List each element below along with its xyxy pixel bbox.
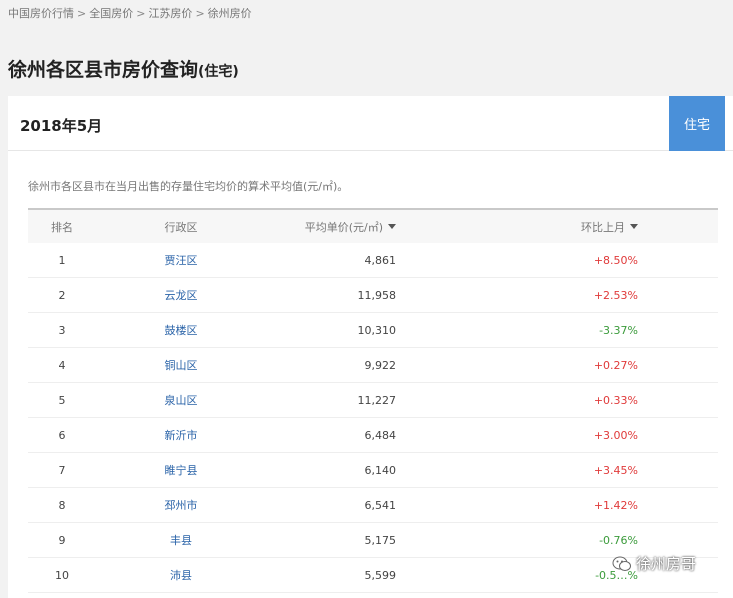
rank-cell: 5 <box>58 393 66 407</box>
page-title-main: 徐州各区县市房价查询 <box>8 59 199 81</box>
change-cell: +3.00% <box>593 428 638 442</box>
breadcrumb-separator: > <box>195 7 205 20</box>
price-cell: 9,922 <box>364 358 397 372</box>
wechat-icon <box>612 556 631 571</box>
table-header: 排名 行政区 平均单价(元/㎡) 环比上月 <box>28 210 718 243</box>
district-link[interactable]: 新沂市 <box>136 418 226 452</box>
price-cell: 6,484 <box>364 428 397 442</box>
change-cell: +3.45% <box>593 463 638 477</box>
rank-cell: 9 <box>58 533 66 547</box>
watermark-text: 徐州房哥 <box>636 555 697 573</box>
rank-cell: 4 <box>58 358 66 372</box>
district-link[interactable]: 铜山区 <box>136 348 226 382</box>
price-panel: 2018年5月 住宅 徐州市各区县市在当月出售的存量住宅均价的算术平均值(元/㎡… <box>8 96 733 598</box>
caret-down-icon <box>630 224 638 229</box>
breadcrumb: 中国房价行情 > 全国房价 > 江苏房价 > 徐州房价 <box>8 5 252 21</box>
price-cell: 5,175 <box>364 533 397 547</box>
price-cell: 6,541 <box>364 498 397 512</box>
table-row: 6 新沂市 6,484 +3.00% <box>28 418 718 453</box>
table-row: 4 铜山区 9,922 +0.27% <box>28 348 718 383</box>
rank-cell: 7 <box>58 463 66 477</box>
district-link[interactable]: 鼓楼区 <box>136 313 226 347</box>
breadcrumb-separator: > <box>77 7 87 20</box>
breadcrumb-link-jiangsu[interactable]: 江苏房价 <box>148 7 192 20</box>
change-cell: +8.50% <box>593 253 638 267</box>
table-row: 5 泉山区 11,227 +0.33% <box>28 383 718 418</box>
table-note: 徐州市各区县市在当月出售的存量住宅均价的算术平均值(元/㎡)。 <box>28 180 349 193</box>
change-cell: -0.76% <box>599 533 638 547</box>
price-cell: 11,958 <box>357 288 397 302</box>
price-cell: 4,861 <box>364 253 397 267</box>
tab-residential[interactable]: 住宅 <box>669 96 725 151</box>
price-table: 排名 行政区 平均单价(元/㎡) 环比上月 1 贾汪区 4,861 +8.50% 2 云龙… <box>28 208 718 593</box>
table-row: 2 云龙区 11,958 +2.53% <box>28 278 718 313</box>
header-change-sort[interactable]: 环比上月 <box>508 210 638 243</box>
district-link[interactable]: 贾汪区 <box>136 243 226 277</box>
district-link[interactable]: 沛县 <box>136 558 226 592</box>
header-price-sort[interactable]: 平均单价(元/㎡) <box>278 210 396 243</box>
change-cell: +0.27% <box>593 358 638 372</box>
page-title-sub: (住宅) <box>198 64 239 80</box>
district-link[interactable]: 睢宁县 <box>136 453 226 487</box>
header-rank: 排名 <box>51 220 73 234</box>
rank-cell: 2 <box>58 288 66 302</box>
change-cell: +1.42% <box>593 498 638 512</box>
breadcrumb-link-xuzhou[interactable]: 徐州房价 <box>208 7 252 20</box>
rank-cell: 6 <box>58 428 66 442</box>
header-price-label: 平均单价(元/㎡) <box>304 220 383 234</box>
district-link[interactable]: 邳州市 <box>136 488 226 522</box>
panel-header: 2018年5月 住宅 <box>8 96 733 151</box>
price-cell: 10,310 <box>357 323 397 337</box>
change-cell: +0.33% <box>593 393 638 407</box>
rank-cell: 8 <box>58 498 66 512</box>
page-title: 徐州各区县市房价查询(住宅) <box>8 55 239 82</box>
watermark: 徐州房哥 <box>612 553 696 574</box>
change-cell: -3.37% <box>599 323 638 337</box>
price-cell: 5,599 <box>364 568 397 582</box>
price-cell: 6,140 <box>364 463 397 477</box>
district-link[interactable]: 丰县 <box>136 523 226 557</box>
table-row: 8 邳州市 6,541 +1.42% <box>28 488 718 523</box>
caret-down-icon <box>388 224 396 229</box>
district-link[interactable]: 云龙区 <box>136 278 226 312</box>
change-cell: +2.53% <box>593 288 638 302</box>
rank-cell: 10 <box>55 568 69 582</box>
price-cell: 11,227 <box>357 393 397 407</box>
breadcrumb-link-china[interactable]: 中国房价行情 <box>8 7 74 20</box>
table-row: 3 鼓楼区 10,310 -3.37% <box>28 313 718 348</box>
breadcrumb-separator: > <box>136 7 146 20</box>
header-change-label: 环比上月 <box>581 220 625 234</box>
header-district: 行政区 <box>164 220 198 234</box>
table-row: 7 睢宁县 6,140 +3.45% <box>28 453 718 488</box>
breadcrumb-link-national[interactable]: 全国房价 <box>89 7 133 20</box>
district-link[interactable]: 泉山区 <box>136 383 226 417</box>
rank-cell: 3 <box>58 323 66 337</box>
table-row: 1 贾汪区 4,861 +8.50% <box>28 243 718 278</box>
table-body: 1 贾汪区 4,861 +8.50% 2 云龙区 11,958 +2.53% 3 鼓楼区 10,31… <box>28 243 718 593</box>
rank-cell: 1 <box>58 253 66 267</box>
month-label: 2018年5月 <box>20 117 103 135</box>
